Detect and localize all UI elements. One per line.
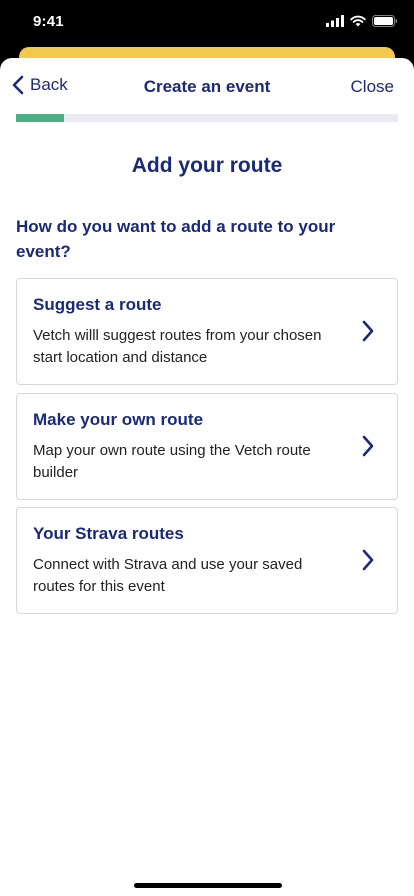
option-description: Map your own route using the Vetch route… (33, 442, 311, 481)
chevron-right-icon (362, 549, 374, 571)
wifi-icon (350, 15, 366, 27)
cellular-signal-icon (326, 15, 344, 27)
option-title: Make your own route (33, 410, 204, 429)
status-bar: 9:41 (0, 0, 414, 44)
option-description: Connect with Strava and use your saved r… (33, 556, 303, 595)
progress-fill (16, 114, 64, 122)
nav-bar: Back Create an event Close (0, 58, 414, 114)
option-description: Vetch willl suggest routes from your cho… (33, 327, 322, 366)
option-make-own-route[interactable]: Make your own route Map your own route u… (16, 393, 398, 500)
status-icons (326, 15, 398, 27)
home-indicator (134, 883, 282, 888)
close-button[interactable]: Close (351, 77, 394, 97)
option-strava-routes[interactable]: Your Strava routes Connect with Strava a… (16, 507, 398, 614)
option-title: Your Strava routes (33, 524, 184, 543)
chevron-right-icon (362, 435, 374, 457)
chevron-right-icon (362, 320, 374, 342)
page-heading: Add your route (131, 154, 283, 177)
progress-bar (16, 114, 398, 122)
option-suggest-route[interactable]: Suggest a route Vetch willl suggest rout… (16, 278, 398, 385)
option-title: Suggest a route (33, 295, 162, 314)
route-question: How do you want to add a route to your e… (16, 217, 336, 261)
modal-sheet: Back Create an event Close Add your rout… (0, 58, 414, 896)
battery-icon (372, 15, 398, 27)
status-time: 9:41 (33, 13, 64, 30)
